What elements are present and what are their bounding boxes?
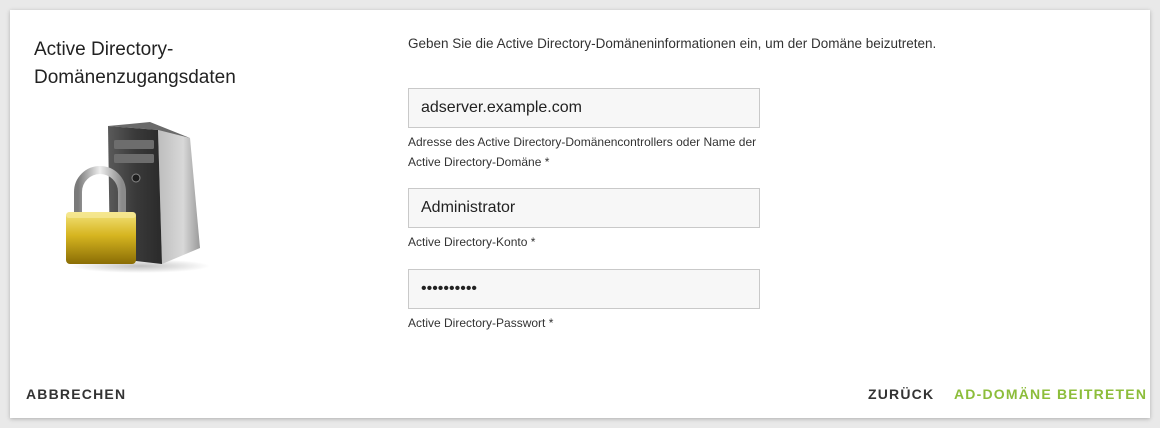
account-input[interactable] <box>408 188 760 228</box>
intro-text: Geben Sie die Active Directory-Domänenin… <box>408 36 937 51</box>
password-field-group: Active Directory-Passwort * <box>408 269 760 333</box>
domain-server-helper: Adresse des Active Directory-Domänencont… <box>408 135 757 169</box>
cancel-button[interactable]: ABBRECHEN <box>24 382 128 406</box>
account-helper: Active Directory-Konto * <box>408 235 536 249</box>
ad-credentials-dialog: Active Directory-Domänenzugangsdaten Geb… <box>10 10 1150 418</box>
dialog-title: Active Directory-Domänenzugangsdaten <box>34 39 236 88</box>
join-domain-button[interactable]: AD-DOMÄNE BEITRETEN <box>952 382 1149 406</box>
account-field-group: Active Directory-Konto * <box>408 188 760 252</box>
server-field-group: Adresse des Active Directory-Domänencont… <box>408 88 760 172</box>
domain-server-input[interactable] <box>408 88 760 128</box>
password-helper: Active Directory-Passwort * <box>408 316 554 330</box>
back-button[interactable]: ZURÜCK <box>866 382 936 406</box>
server-padlock-icon <box>50 118 210 278</box>
password-input[interactable] <box>408 269 760 309</box>
